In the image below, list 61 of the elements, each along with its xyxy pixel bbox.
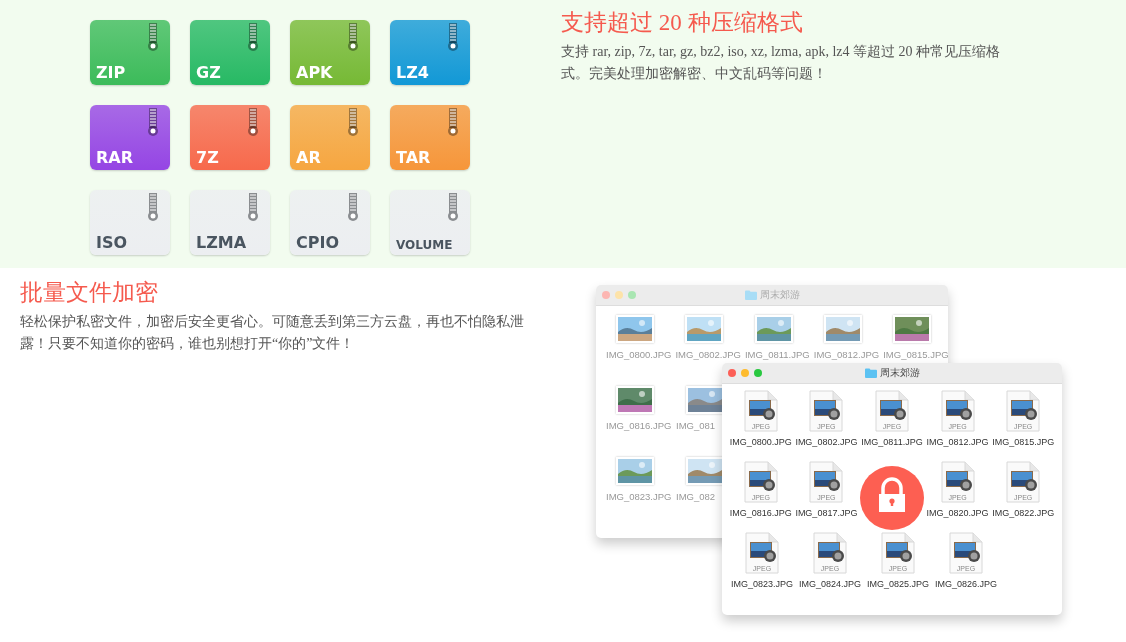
file-name: IMG_0825.JPG (867, 579, 929, 589)
file-name: IMG_0817.JPG (795, 508, 858, 518)
image-file-icon (743, 390, 778, 432)
image-file-icon (949, 532, 983, 574)
folder-icon (744, 290, 757, 300)
image-file-icon (1006, 390, 1041, 432)
file-name: IMG_0812.JPG (926, 437, 989, 447)
lock-icon (860, 465, 924, 530)
format-label: VOLUME (396, 239, 453, 251)
folder-icon (864, 368, 877, 378)
file-name: IMG_0826.JPG (935, 579, 997, 589)
file-name: IMG_0820.JPG (926, 508, 989, 518)
file-name: IMG_0823.JPG (731, 579, 793, 589)
format-label: 7Z (196, 150, 219, 166)
file-name: IMG_0816.JPG (729, 508, 792, 518)
zoom-button[interactable] (754, 369, 762, 377)
image-file-icon (745, 532, 779, 574)
file-name: IMG_0816.JPG (606, 420, 672, 431)
image-file-icon (875, 390, 909, 432)
file-name: IMG_0822.JPG (992, 508, 1055, 518)
section-title: 批量文件加密 (20, 279, 159, 307)
close-button[interactable] (602, 291, 610, 299)
file-name: IMG_0802.JPG (795, 437, 858, 447)
image-file-icon (809, 461, 844, 503)
file-name: IMG_082 (676, 491, 716, 502)
file-name: IMG_0800.JPG (606, 349, 672, 360)
file-name: IMG_081 (676, 420, 716, 431)
format-label: TAR (396, 150, 431, 166)
format-label: ISO (96, 235, 128, 251)
file-name: IMG_0812.JPG (813, 349, 880, 360)
file-name: IMG_0811.JPG (861, 437, 923, 447)
format-label: APK (296, 65, 333, 81)
image-file-icon (809, 390, 844, 432)
section-title: 支持超过 20 种压缩格式 (561, 9, 804, 37)
image-file-icon (940, 461, 975, 503)
file-name: IMG_0802.JPG (675, 349, 741, 360)
section-text: 轻松保护私密文件，加密后安全更省心。可随意丢到第三方云盘，再也不怕隐私泄露！只要不知道你的密码，谁也别想打开“你的”文件！ (20, 313, 525, 353)
file-name: IMG_0815.JPG (883, 349, 948, 360)
image-file-icon (813, 532, 847, 574)
section-text: 支持 rar, zip, 7z, tar, gz, bz2, iso, xz, lzma, apk, lz4 等超过 20 种常见压缩格式。完美处理加密解密、中文乱码等问题！ (561, 43, 1001, 83)
image-file-icon (940, 390, 975, 432)
format-label: LZ4 (396, 65, 429, 81)
minimize-button[interactable] (741, 369, 749, 377)
image-file-icon (881, 532, 915, 574)
file-name: IMG_0800.JPG (729, 437, 792, 447)
minimize-button[interactable] (615, 291, 623, 299)
format-label: GZ (196, 65, 221, 81)
window-title: 周末郊游 (879, 366, 920, 380)
close-button[interactable] (728, 369, 736, 377)
file-name: IMG_0824.JPG (799, 579, 861, 589)
format-label: LZMA (196, 235, 247, 251)
image-file-icon (1006, 461, 1041, 503)
file-name: IMG_0815.JPG (992, 437, 1055, 447)
image-file-icon (743, 461, 778, 503)
format-label: ZIP (96, 65, 126, 81)
zoom-button[interactable] (628, 291, 636, 299)
format-label: RAR (96, 150, 134, 166)
file-name: IMG_0823.JPG (606, 491, 672, 502)
format-label: CPIO (296, 235, 340, 251)
format-label: AR (296, 150, 321, 166)
file-name: IMG_0811.JPG (744, 349, 810, 360)
